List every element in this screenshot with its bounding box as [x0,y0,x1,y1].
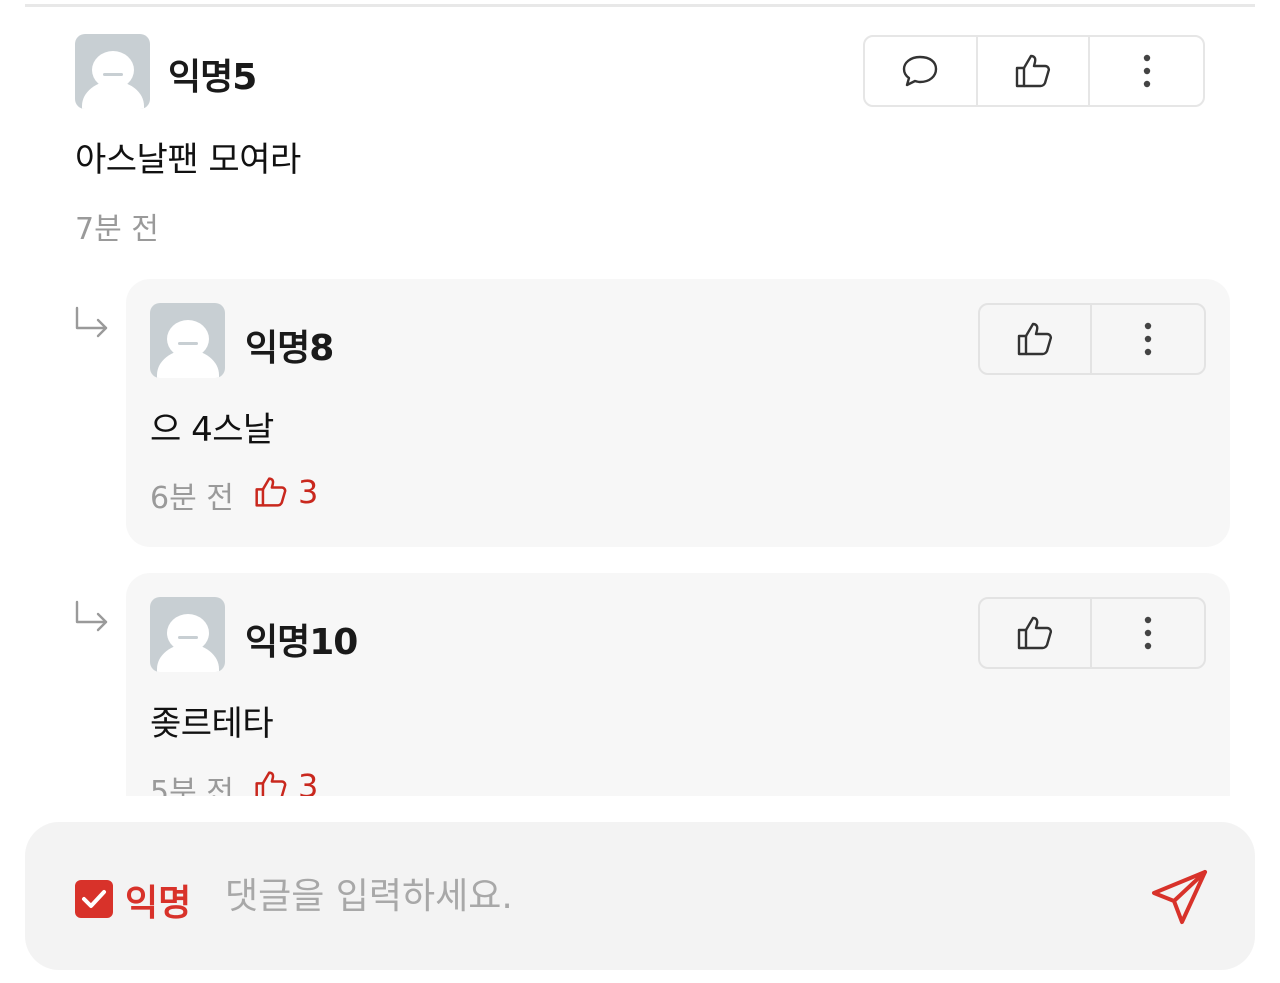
reply-arrow-icon [75,306,108,338]
send-icon [1152,870,1207,924]
comment-actions [863,35,1205,107]
thumbs-up-icon [1017,616,1052,650]
comment-item: 익명5 아스날팬 모여라 7분 전 [0,0,1280,260]
thumbs-up-icon [255,477,287,507]
reply-item: 익명8 으 4스날 6분 전 3 [126,279,1230,547]
reply-content: 좆르테타 [150,704,274,744]
reply-button[interactable] [865,37,978,105]
reply-author: 익명8 [245,328,334,369]
reply-actions [978,303,1206,375]
anonymous-checkbox[interactable] [75,880,113,918]
reply-author: 익명10 [245,622,358,663]
checkmark-icon [82,890,106,908]
more-vertical-icon [1144,616,1152,650]
comment-composer: 익명 [25,822,1255,970]
like-button[interactable] [980,599,1093,667]
thumbs-up-icon [1017,322,1052,356]
comment-author: 익명5 [168,57,257,98]
more-vertical-icon [1143,54,1150,88]
like-count-value: 3 [298,767,319,796]
more-button[interactable] [1092,305,1204,373]
avatar[interactable] [75,34,150,109]
like-count: 3 [254,473,318,511]
more-button[interactable] [1090,37,1203,105]
comment-time: 7분 전 [75,212,159,247]
reply-item: 익명10 좆르테타 5분 전 3 [126,573,1230,796]
comment-content: 아스날팬 모여라 [75,140,301,180]
comment-list[interactable]: 익명5 아스날팬 모여라 7분 전 익명8 으 4스날 6분 전 3 익명10 … [0,0,1280,796]
like-button[interactable] [980,305,1093,373]
thumbs-up-icon [1015,54,1050,88]
avatar[interactable] [150,303,225,378]
like-count-value: 3 [298,473,319,511]
more-button[interactable] [1092,599,1204,667]
more-vertical-icon [1144,322,1152,356]
reply-actions [978,597,1206,669]
comment-input[interactable] [225,868,1125,924]
reply-time: 5분 전 [150,775,234,796]
reply-content: 으 4스날 [150,410,274,450]
comment-screen: 익명5 아스날팬 모여라 7분 전 익명8 으 4스날 6분 전 3 익명10 … [0,0,1280,983]
reply-icon [903,55,938,87]
send-button[interactable] [1147,864,1213,930]
anonymous-label[interactable]: 익명 [125,874,191,926]
thumbs-up-icon [255,771,287,796]
like-count: 3 [254,767,318,796]
reply-time: 6분 전 [150,481,234,516]
like-button[interactable] [978,37,1091,105]
avatar[interactable] [150,597,225,672]
reply-arrow-icon [75,600,108,632]
